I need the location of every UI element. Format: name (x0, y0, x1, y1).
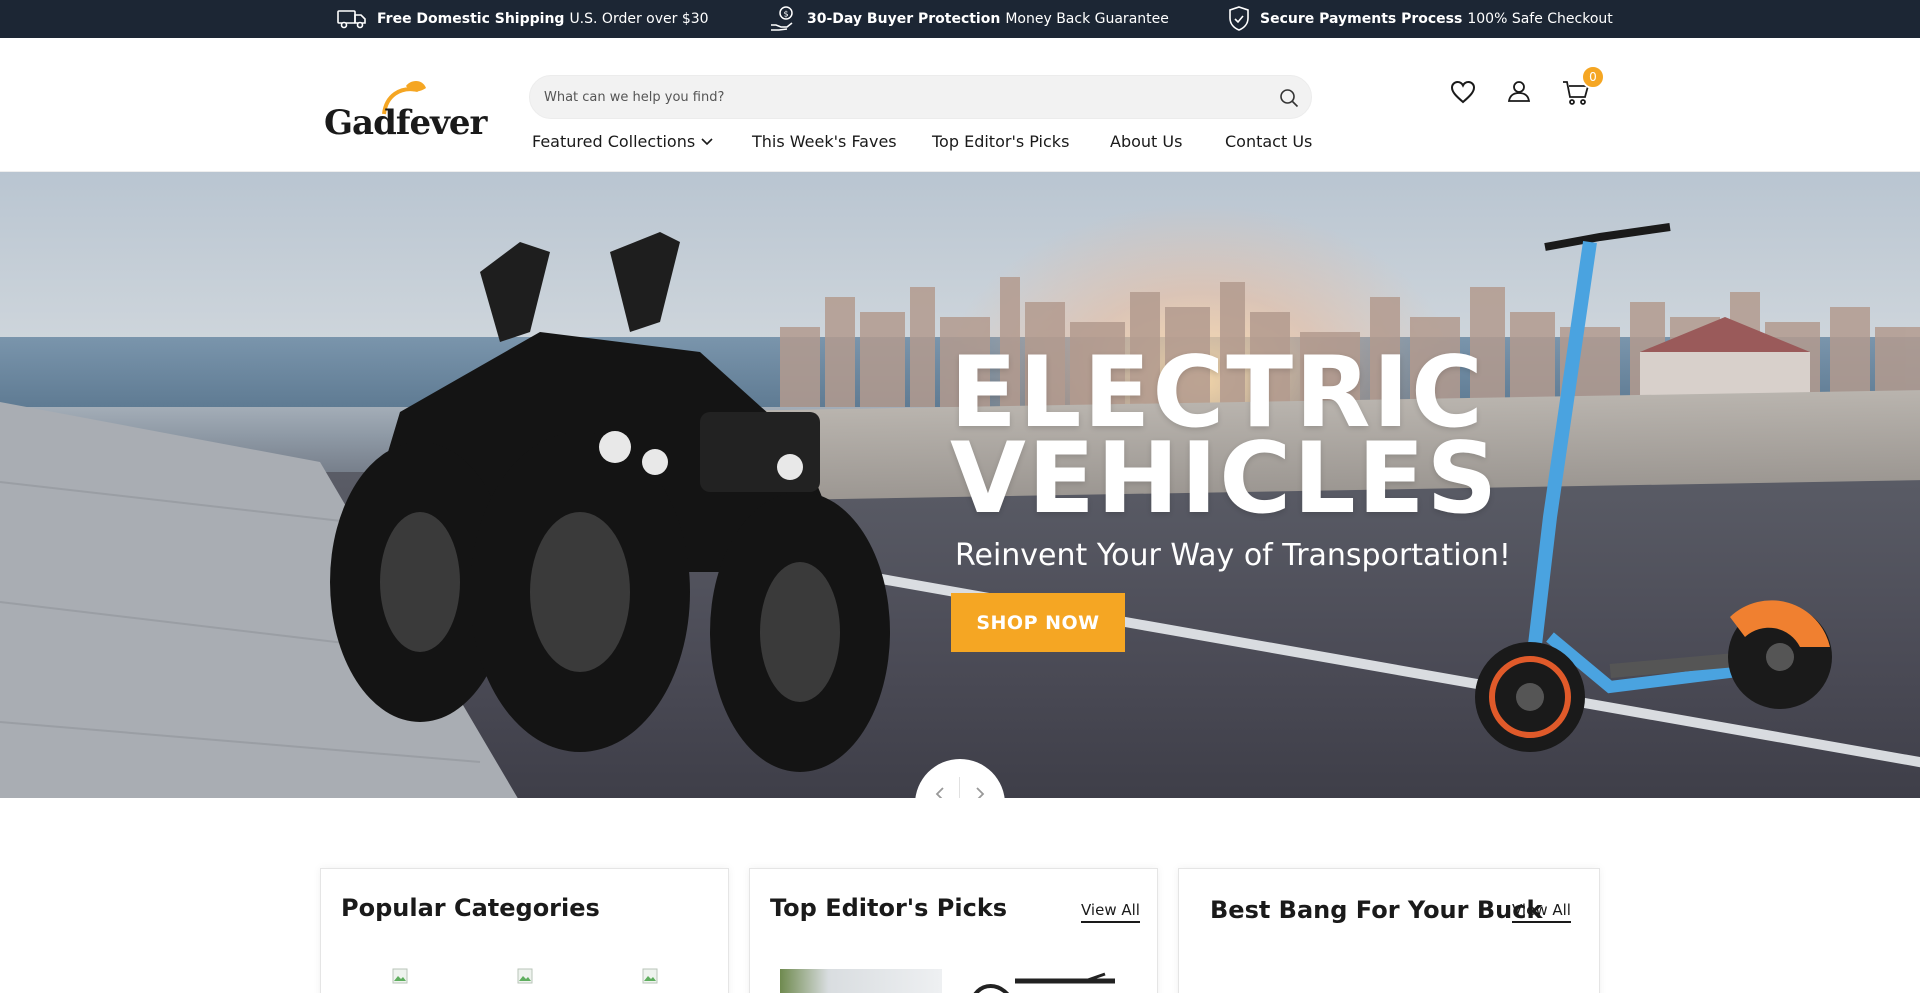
nav-contact-us-label: Contact Us (1225, 132, 1313, 151)
user-icon[interactable] (1507, 79, 1531, 103)
editors-pick-thumbnail[interactable] (780, 969, 942, 993)
nav-about-us-label: About Us (1110, 132, 1183, 151)
hero-subtitle: Reinvent Your Way of Transportation! (955, 538, 1511, 573)
promo-payments: Secure Payments Process 100% Safe Checko… (1228, 0, 1613, 38)
promo-shipping-title: Free Domestic Shipping (377, 11, 565, 27)
slider-prev-button[interactable] (925, 781, 955, 798)
broken-image-icon[interactable] (517, 968, 533, 984)
announcement-bar: Free Domestic Shipping U.S. Order over $… (0, 0, 1920, 38)
nav-contact-us[interactable]: Contact Us (1225, 132, 1312, 151)
hero-title: ELECTRIC VEHICLES (950, 344, 1500, 536)
top-editors-picks-title: Top Editor's Picks (770, 894, 1008, 922)
shield-check-icon (1229, 6, 1249, 31)
site-header: Gadfever 0 Featured Collections This Wee… (0, 38, 1920, 172)
broken-image-icon[interactable] (642, 968, 658, 984)
svg-text:$: $ (784, 10, 789, 19)
hand-coin-icon: $ (771, 6, 793, 31)
popular-categories-card: Popular Categories (320, 868, 729, 993)
shop-now-button[interactable]: SHOP NOW (951, 593, 1125, 652)
logo-text: Gadfever (324, 103, 487, 143)
bang-view-all-link[interactable]: View All (1512, 901, 1571, 923)
chevron-down-icon (701, 137, 713, 145)
hero-title-line2: VEHICLES (950, 422, 1500, 536)
search-bar (529, 75, 1312, 119)
broken-image-icon[interactable] (392, 968, 408, 984)
nav-about-us[interactable]: About Us (1110, 132, 1182, 151)
slider-divider (959, 777, 960, 798)
cart-count-badge: 0 (1581, 65, 1605, 89)
hero-banner: ELECTRIC VEHICLES Reinvent Your Way of T… (0, 172, 1920, 798)
nav-this-weeks-faves[interactable]: This Week's Faves (752, 132, 897, 151)
chevron-right-icon (976, 787, 985, 798)
slider-next-button[interactable] (965, 781, 995, 798)
editors-pick-thumbnail[interactable] (965, 969, 1125, 993)
promo-payments-text: 100% Safe Checkout (1467, 11, 1613, 27)
promo-shipping-text: U.S. Order over $30 (569, 11, 709, 27)
promo-shipping: Free Domestic Shipping U.S. Order over $… (337, 0, 709, 38)
chevron-left-icon (935, 787, 944, 798)
scooter-product-image (1475, 223, 1832, 752)
promo-payments-title: Secure Payments Process (1260, 11, 1463, 27)
nav-top-editors-picks-label: Top Editor's Picks (932, 132, 1070, 151)
best-bang-thumbnail[interactable] (1279, 983, 1479, 993)
nav-this-weeks-faves-label: This Week's Faves (752, 132, 897, 151)
popular-categories-title: Popular Categories (341, 894, 600, 922)
top-editors-picks-card: Top Editor's Picks View All (749, 868, 1158, 993)
best-bang-card: Best Bang For Your Buck View All (1178, 868, 1600, 993)
search-icon[interactable] (1279, 88, 1299, 108)
heart-icon[interactable] (1450, 80, 1476, 104)
nav-featured-collections-label: Featured Collections (532, 132, 696, 151)
promo-protection: $ 30-Day Buyer Protection Money Back Gua… (769, 0, 1169, 38)
truck-icon (337, 10, 366, 29)
promo-protection-text: Money Back Guarantee (1005, 11, 1169, 27)
nav-top-editors-picks[interactable]: Top Editor's Picks (932, 132, 1069, 151)
atv-product-image (330, 232, 890, 772)
promo-protection-title: 30-Day Buyer Protection (807, 11, 1001, 27)
nav-featured-collections[interactable]: Featured Collections (532, 132, 713, 151)
editors-view-all-link[interactable]: View All (1081, 901, 1140, 923)
logo[interactable]: Gadfever (324, 78, 487, 143)
search-input[interactable] (544, 76, 1244, 118)
best-bang-title: Best Bang For Your Buck (1210, 896, 1543, 924)
